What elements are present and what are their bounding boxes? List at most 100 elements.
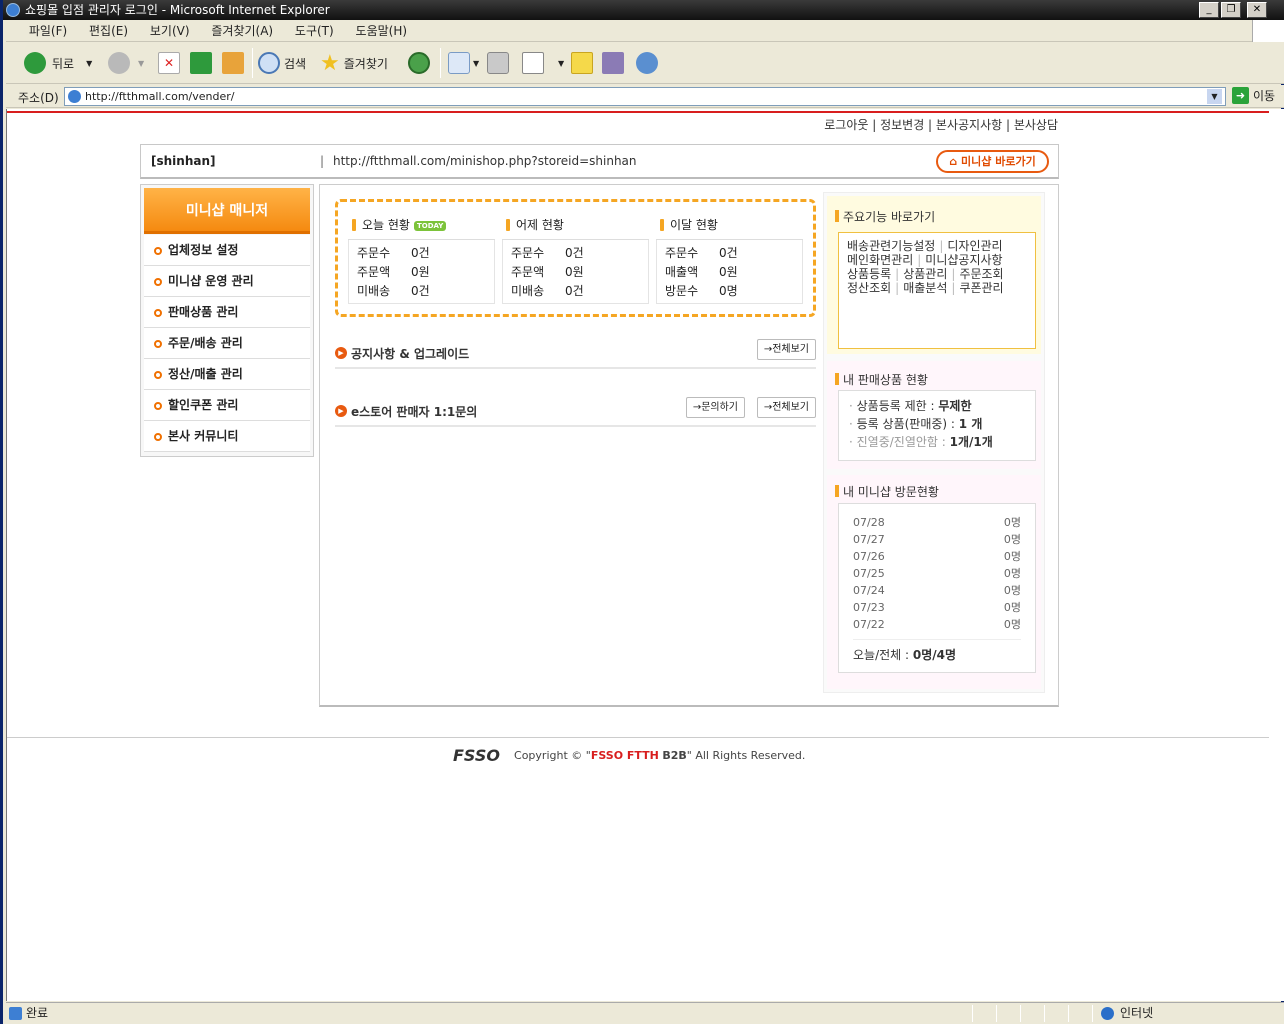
sidebar-item-settlement[interactable]: 정산/매출 관리 [144, 359, 310, 390]
globe-icon [1101, 1006, 1114, 1020]
maximize-button[interactable]: ❐ [1221, 2, 1241, 18]
favorites-button[interactable]: ★ 즐겨찾기 [320, 50, 388, 76]
store-url: http://ftthmall.com/minishop.php?storeid… [333, 154, 637, 168]
sidebar-item-products[interactable]: 판매상품 관리 [144, 297, 310, 328]
research-button[interactable] [602, 50, 624, 76]
goods-status: · 상품등록 제한 : 무제한 · 등록 상품(판매중) : 1 개 · 진열중… [838, 390, 1036, 461]
menu-favorites[interactable]: 즐겨찾기(A) [202, 20, 282, 42]
address-bar: 주소(D) http://ftthmall.com/vender/ ▼ ➜ 이동 [6, 85, 1284, 108]
menu-edit[interactable]: 편집(E) [80, 20, 137, 42]
home-icon [222, 52, 244, 74]
notes-button[interactable] [571, 50, 593, 76]
quick-link[interactable]: 배송관련기능설정 [847, 239, 935, 253]
stats-title: 이달 현황 [670, 218, 718, 232]
visit-row: 07/24 0명 [853, 584, 1021, 597]
visit-summary: 오늘/전체 : 0명/4명 [853, 639, 1021, 663]
refresh-button[interactable] [190, 50, 212, 76]
visit-row: 07/25 0명 [853, 567, 1021, 580]
stats-box: 오늘 현황 TODAY 주문수 0건 주문액 0원 미배송 0건 어제 현황 주문수 0건… [335, 199, 816, 317]
quick-link[interactable]: 디자인관리 [947, 239, 1002, 253]
sidebar-item-company-info[interactable]: 업체정보 설정 [144, 235, 310, 266]
forward-button[interactable]: ▼ [108, 50, 144, 76]
minimize-button[interactable]: _ [1199, 2, 1219, 18]
status-text: 완료 [26, 1006, 49, 1020]
forward-arrow-icon [108, 52, 130, 74]
search-button[interactable]: 검색 [258, 50, 306, 76]
mail-button[interactable]: ▼ [448, 50, 479, 76]
close-button[interactable]: ✕ [1247, 2, 1267, 18]
address-input[interactable]: http://ftthmall.com/vender/ ▼ [64, 87, 1226, 106]
quick-title: 주요기능 바로가기 [843, 210, 936, 224]
quick-link[interactable]: 메인화면관리 [847, 253, 913, 267]
title-bar: 쇼핑몰 입점 관리자 로그인 - Microsoft Internet Expl… [3, 0, 1284, 20]
sidebar-item-coupons[interactable]: 할인쿠폰 관리 [144, 390, 310, 421]
page-done-icon [9, 1007, 22, 1020]
print-button[interactable] [487, 50, 509, 76]
messenger-icon [636, 52, 658, 74]
minishop-shortcut-button[interactable]: ⌂ 미니샵 바로가기 [936, 150, 1049, 173]
security-zone: 인터넷 [1101, 1003, 1153, 1023]
page-content: 로그아웃 | 정보변경 | 본사공지사항 | 본사상담 [shinhan] | … [6, 109, 1284, 1001]
back-button[interactable]: 뒤로 ▼ [24, 50, 92, 76]
quick-link[interactable]: 미니샵공지사항 [925, 253, 1002, 267]
bullet-icon [154, 340, 162, 348]
visit-row: 07/27 0명 [853, 533, 1021, 546]
bullet-icon [154, 433, 162, 441]
top-divider [7, 111, 1269, 113]
print-icon [487, 52, 509, 74]
top-links[interactable]: 로그아웃 | 정보변경 | 본사공지사항 | 본사상담 [824, 116, 1058, 133]
stop-button[interactable]: ✕ [158, 50, 180, 76]
goods-title: 내 판매상품 현황 [843, 373, 928, 387]
sidebar: 미니샵 매니저 업체정보 설정 미니샵 운영 관리 판매상품 관리 주문/배송 … [140, 184, 314, 457]
stats-title: 오늘 현황 [362, 218, 410, 232]
fsso-logo: FSSO [453, 746, 501, 765]
qna-section: ▶ e스토어 판매자 1:1문의 →문의하기 →전체보기 [335, 397, 816, 427]
qna-title: e스토어 판매자 1:1문의 [351, 405, 478, 419]
qna-ask-button[interactable]: →문의하기 [685, 397, 745, 418]
edit-button[interactable]: ▼ [522, 50, 564, 76]
menu-file[interactable]: 파일(F) [20, 20, 76, 42]
bullet-icon [154, 247, 162, 255]
visit-row: 07/28 0명 [853, 516, 1021, 529]
menu-help[interactable]: 도움말(H) [347, 20, 417, 42]
quick-link[interactable]: 쿠폰관리 [959, 281, 1003, 295]
footer: FSSO Copyright © "FSSO FTTH B2B" All Rig… [453, 746, 805, 765]
address-label: 주소(D) [18, 91, 59, 105]
sidebar-title: 미니샵 매니저 [144, 188, 310, 234]
messenger-button[interactable] [636, 50, 658, 76]
qna-viewall-button[interactable]: →전체보기 [756, 397, 816, 418]
home-icon: ⌂ [949, 155, 962, 168]
quick-link[interactable]: 상품관리 [903, 267, 947, 281]
history-icon [408, 52, 430, 74]
status-bar: 완료 인터넷 [6, 1002, 1284, 1024]
browser-window: 쇼핑몰 입점 관리자 로그인 - Microsoft Internet Expl… [0, 0, 1284, 1024]
stats-yesterday: 어제 현황 주문수 0건 주문액 0원 미배송 0건 [502, 210, 649, 305]
go-button[interactable]: ➜ 이동 [1232, 87, 1275, 104]
stats-month: 이달 현황 주문수 0건 매출액 0원 방문수 0명 [656, 210, 803, 305]
quick-link[interactable]: 주문조회 [959, 267, 1003, 281]
home-button[interactable] [222, 50, 244, 76]
star-icon: ★ [320, 50, 340, 76]
sidebar-item-minishop-ops[interactable]: 미니샵 운영 관리 [144, 266, 310, 297]
address-dropdown-button[interactable]: ▼ [1207, 89, 1222, 104]
visit-status-box: 내 미니샵 방문현황 07/28 0명 07/27 0명 07/26 0명 07/25… [827, 475, 1041, 689]
quick-link[interactable]: 상품등록 [847, 267, 891, 281]
right-column: 주요기능 바로가기 배송관련기능설정 | 디자인관리 메인화면관리 | 미니샵공지사항 … [823, 192, 1045, 693]
menu-bar: 파일(F) 편집(E) 보기(V) 즐겨찾기(A) 도구(T) 도움말(H) [6, 20, 1284, 42]
visit-row: 07/22 0명 [853, 618, 1021, 631]
visit-title: 내 미니샵 방문현황 [843, 485, 939, 499]
sidebar-item-orders[interactable]: 주문/배송 관리 [144, 328, 310, 359]
quick-link[interactable]: 매출분석 [903, 281, 947, 295]
edit-icon [522, 52, 544, 74]
menu-tools[interactable]: 도구(T) [286, 20, 343, 42]
store-separator: | [320, 154, 325, 168]
page-icon [68, 90, 81, 103]
search-icon [258, 52, 280, 74]
quick-links: 배송관련기능설정 | 디자인관리 메인화면관리 | 미니샵공지사항 상품등록 | 상품관리 |… [838, 232, 1036, 349]
history-button[interactable] [408, 50, 430, 76]
sidebar-item-community[interactable]: 본사 커뮤니티 [144, 421, 310, 452]
menu-view[interactable]: 보기(V) [141, 20, 199, 42]
window-title: 쇼핑몰 입점 관리자 로그인 - Microsoft Internet Expl… [25, 3, 330, 17]
notice-viewall-button[interactable]: →전체보기 [756, 339, 816, 360]
quick-link[interactable]: 정산조회 [847, 281, 891, 295]
